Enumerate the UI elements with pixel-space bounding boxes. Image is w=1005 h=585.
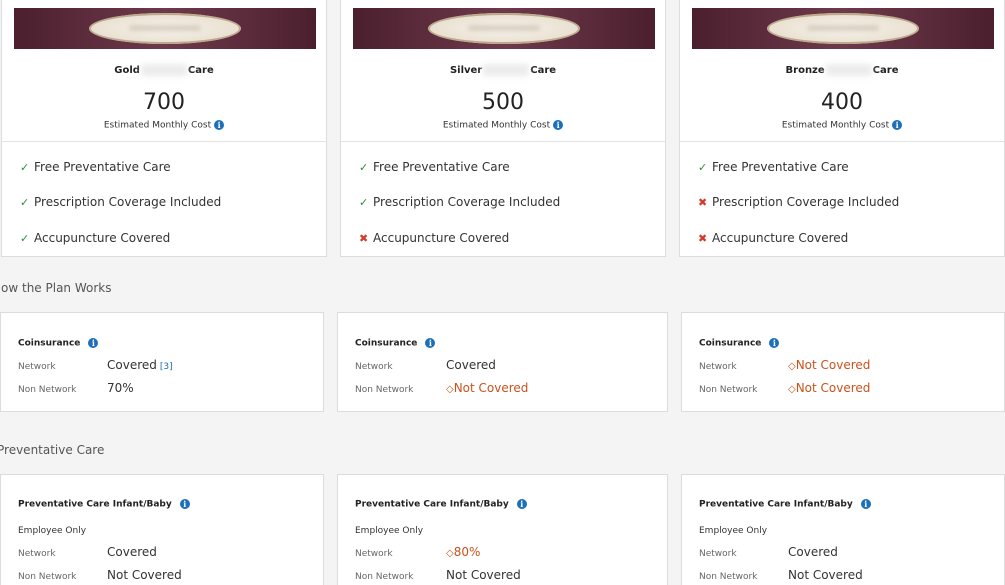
info-icon[interactable]: i [860, 499, 871, 509]
plan-card-gold[interactable]: Gold Care 700 Estimated Monthly Cost i ✓ Fr… [1, 0, 327, 257]
network-label: Network [699, 362, 737, 372]
plan-card-bronze[interactable]: Bronze Care 400 Estimated Monthly Cost i ✓… [679, 0, 1005, 257]
non-network-value: Not Covered [107, 568, 182, 582]
warning-diamond-icon: ◇ [788, 361, 796, 372]
network-value: Covered [788, 545, 838, 559]
check-icon: ✓ [20, 232, 30, 245]
plan-price: 500 [482, 90, 524, 115]
info-icon[interactable]: i [88, 338, 99, 348]
non-network-label: Non Network [355, 385, 414, 395]
plan-price: 700 [143, 90, 185, 115]
plan-logo [89, 13, 241, 44]
card-title: Preventative Care Infant/Baby i [699, 499, 871, 510]
plan-name: Silver Care [449, 64, 557, 76]
network-value: ◇80% [446, 545, 481, 559]
network-label: Network [18, 549, 56, 559]
info-icon[interactable]: i [892, 120, 903, 130]
plan-banner-image [14, 8, 316, 49]
plan-comparison-page: Gold Care 700 Estimated Monthly Cost i ✓ Fr… [0, 0, 1005, 585]
section-title-how-plan-works: How the Plan Works [0, 281, 112, 295]
network-label: Network [18, 362, 56, 372]
divider [680, 141, 1004, 142]
non-network-value: ◇Not Covered [446, 381, 529, 395]
feature-item: ✓ Prescription Coverage Included [359, 195, 561, 209]
info-icon[interactable]: i [179, 499, 190, 509]
plan-name: Bronze Care [785, 64, 899, 76]
plan-banner-image [353, 8, 655, 49]
non-network-value: 70% [107, 381, 134, 395]
info-icon[interactable]: i [769, 338, 780, 348]
feature-item: ✖ Accupuncture Covered [359, 231, 510, 245]
warning-diamond-icon: ◇ [788, 384, 796, 395]
feature-item: ✓ Free Preventative Care [698, 160, 849, 174]
card-title: Coinsurance i [699, 338, 780, 349]
info-icon[interactable]: i [425, 338, 436, 348]
check-icon: ✓ [698, 161, 708, 174]
estimated-cost-label: Estimated Monthly Cost i [2, 120, 326, 131]
non-network-label: Non Network [699, 572, 758, 582]
non-network-value: Not Covered [446, 568, 521, 582]
network-label: Network [355, 362, 393, 372]
coinsurance-card: Coinsurance i Network Covered Non Network… [337, 312, 668, 412]
info-icon[interactable]: i [214, 120, 225, 130]
coverage-group-label: Employee Only [18, 526, 87, 536]
feature-item: ✓ Free Preventative Care [20, 160, 171, 174]
section-title-preventative-care: Preventative Care [0, 443, 105, 457]
coinsurance-card: Coinsurance i Network Covered [3] Non Netw… [0, 312, 324, 412]
card-title: Preventative Care Infant/Baby i [18, 499, 190, 510]
check-icon: ✓ [359, 161, 369, 174]
check-icon: ✓ [20, 196, 30, 209]
check-icon: ✓ [20, 161, 30, 174]
estimated-cost-label: Estimated Monthly Cost i [341, 120, 665, 131]
warning-diamond-icon: ◇ [446, 548, 454, 559]
non-network-label: Non Network [18, 572, 77, 582]
coinsurance-card: Coinsurance i Network ◇Not Covered Non Ne… [681, 312, 1005, 412]
network-label: Network [699, 549, 737, 559]
plan-price: 400 [821, 90, 863, 115]
preventative-card: Preventative Care Infant/Baby i Employee … [337, 474, 668, 585]
non-network-value: Not Covered [788, 568, 863, 582]
preventative-card: Preventative Care Infant/Baby i Employee … [0, 474, 324, 585]
plan-logo [428, 13, 580, 44]
card-title: Coinsurance i [355, 338, 436, 349]
feature-item: ✓ Accupuncture Covered [20, 231, 171, 245]
coverage-group-label: Employee Only [699, 526, 768, 536]
check-icon: ✓ [359, 196, 369, 209]
non-network-label: Non Network [355, 572, 414, 582]
feature-item: ✖ Accupuncture Covered [698, 231, 849, 245]
divider [341, 141, 665, 142]
cross-icon: ✖ [698, 196, 708, 209]
cross-icon: ✖ [698, 232, 708, 245]
reference-link[interactable]: [3] [160, 362, 173, 372]
plan-logo [767, 13, 919, 44]
card-title: Preventative Care Infant/Baby i [355, 499, 527, 510]
estimated-cost-label: Estimated Monthly Cost i [680, 120, 1004, 131]
non-network-label: Non Network [18, 385, 77, 395]
feature-item: ✖ Prescription Coverage Included [698, 195, 900, 209]
network-label: Network [355, 549, 393, 559]
info-icon[interactable]: i [516, 499, 527, 509]
non-network-label: Non Network [699, 385, 758, 395]
plan-banner-image [692, 8, 994, 49]
warning-diamond-icon: ◇ [446, 384, 454, 395]
non-network-value: ◇Not Covered [788, 381, 871, 395]
cross-icon: ✖ [359, 232, 369, 245]
plan-name: Gold Care [114, 64, 214, 76]
info-icon[interactable]: i [553, 120, 564, 130]
network-value: Covered [107, 545, 157, 559]
feature-item: ✓ Prescription Coverage Included [20, 195, 222, 209]
divider [2, 141, 326, 142]
plan-card-silver[interactable]: Silver Care 500 Estimated Monthly Cost i ✓… [340, 0, 666, 257]
network-value: ◇Not Covered [788, 358, 871, 372]
network-value: Covered [446, 358, 496, 372]
coverage-group-label: Employee Only [355, 526, 424, 536]
card-title: Coinsurance i [18, 338, 99, 349]
preventative-card: Preventative Care Infant/Baby i Employee … [681, 474, 1005, 585]
feature-item: ✓ Free Preventative Care [359, 160, 510, 174]
network-value: Covered [3] [107, 358, 173, 372]
